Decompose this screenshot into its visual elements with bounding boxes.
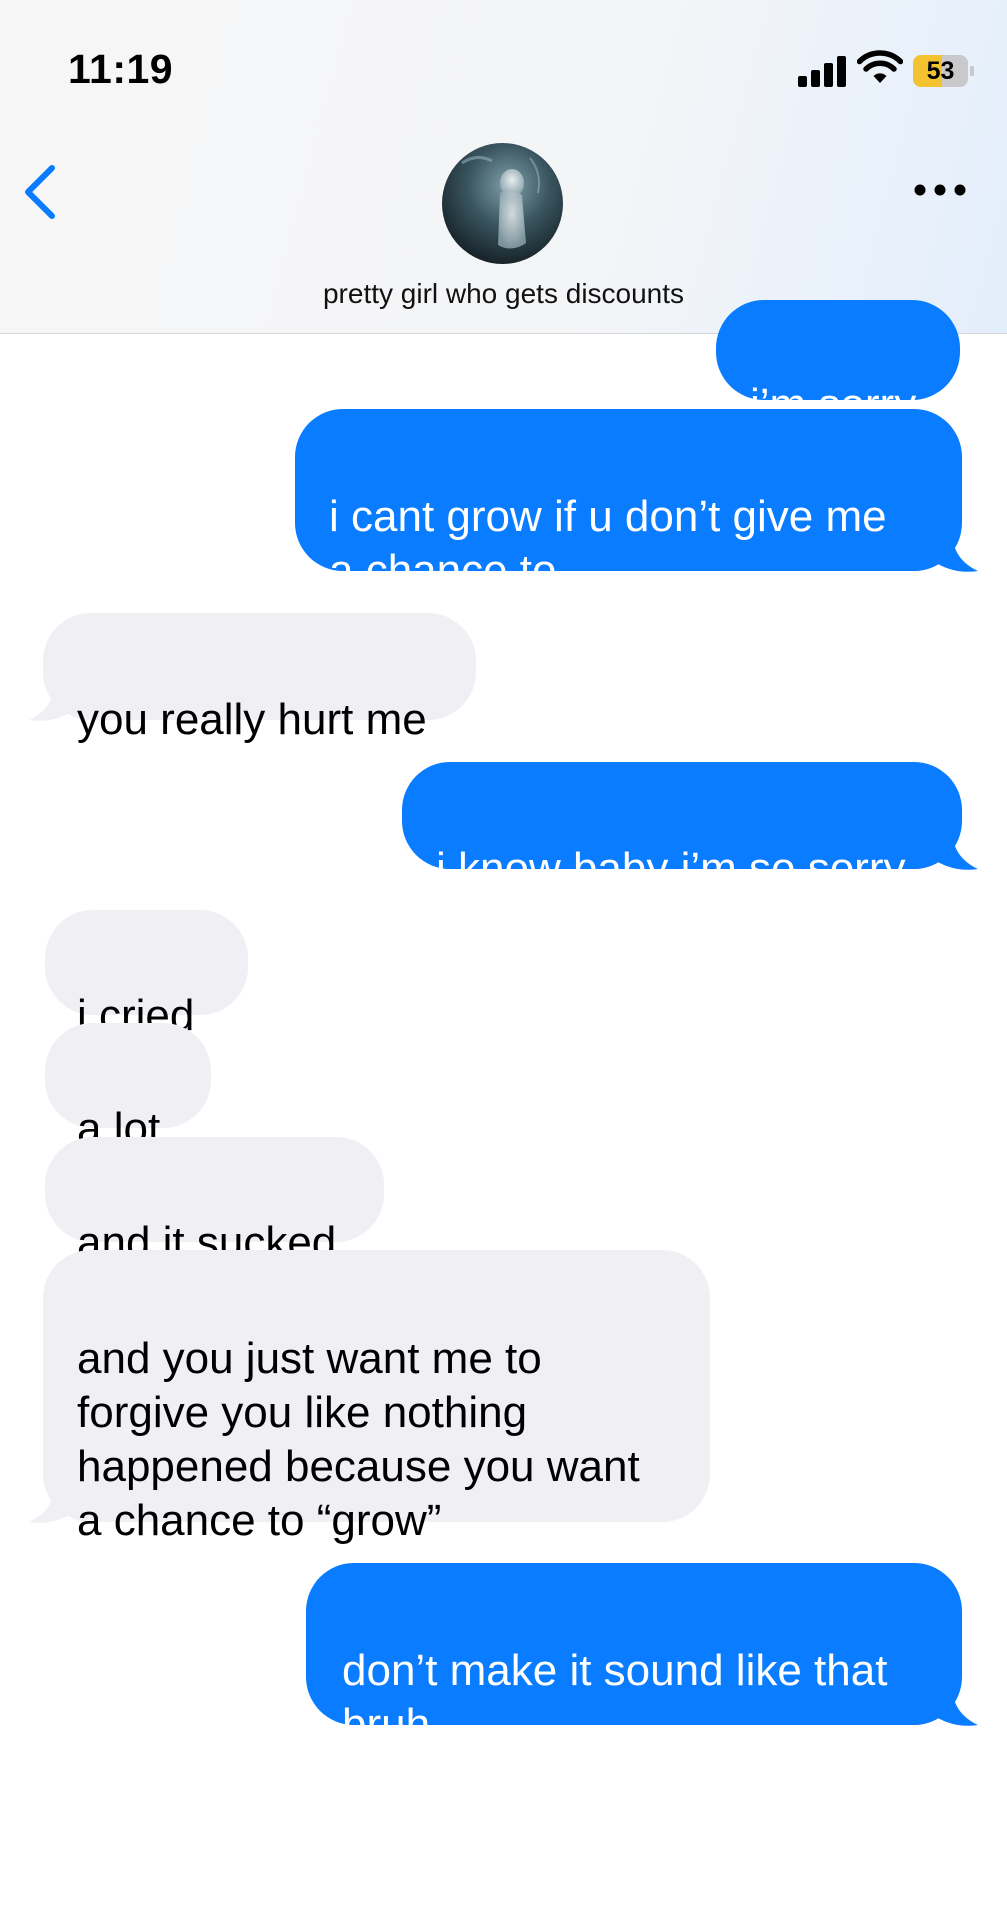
status-time: 11:19 bbox=[68, 46, 174, 92]
message-bubble-sent[interactable]: i cant grow if u don’t give me a chance … bbox=[295, 409, 962, 595]
message-bubble-received[interactable]: and it sucked bbox=[45, 1137, 384, 1267]
ellipsis-icon[interactable] bbox=[910, 175, 970, 205]
message-bubble-received[interactable]: i cried bbox=[45, 910, 248, 1040]
message-bubble-sent[interactable]: i know baby i’m so sorry bbox=[402, 762, 962, 893]
back-chevron-icon[interactable] bbox=[18, 160, 62, 224]
wifi-icon bbox=[857, 50, 903, 83]
message-bubble-received[interactable]: you really hurt me bbox=[43, 613, 476, 744]
message-text: you really hurt me bbox=[77, 695, 427, 744]
message-text: don’t make it sound like that bruh bbox=[342, 1646, 888, 1749]
message-bubble-sent[interactable]: don’t make it sound like that bruh bbox=[306, 1563, 962, 1749]
message-text: and you just want me to forgive you like… bbox=[77, 1334, 640, 1545]
message-bubble-sent[interactable]: i’m sorry bbox=[716, 300, 960, 429]
message-text: i cant grow if u don’t give me a chance … bbox=[329, 492, 887, 595]
cellular-signal-icon bbox=[798, 55, 846, 87]
message-bubble-received[interactable]: and you just want me to forgive you like… bbox=[43, 1250, 710, 1545]
battery-percent: 53 bbox=[926, 57, 955, 85]
battery-icon: 53 bbox=[913, 55, 974, 87]
contact-avatar[interactable] bbox=[442, 143, 563, 264]
message-text: i know baby i’m so sorry bbox=[436, 844, 906, 893]
message-bubble-received[interactable]: a lot bbox=[45, 1023, 211, 1153]
conversation-header: 11:19 53 pretty girl who gets discounts bbox=[0, 0, 1007, 334]
